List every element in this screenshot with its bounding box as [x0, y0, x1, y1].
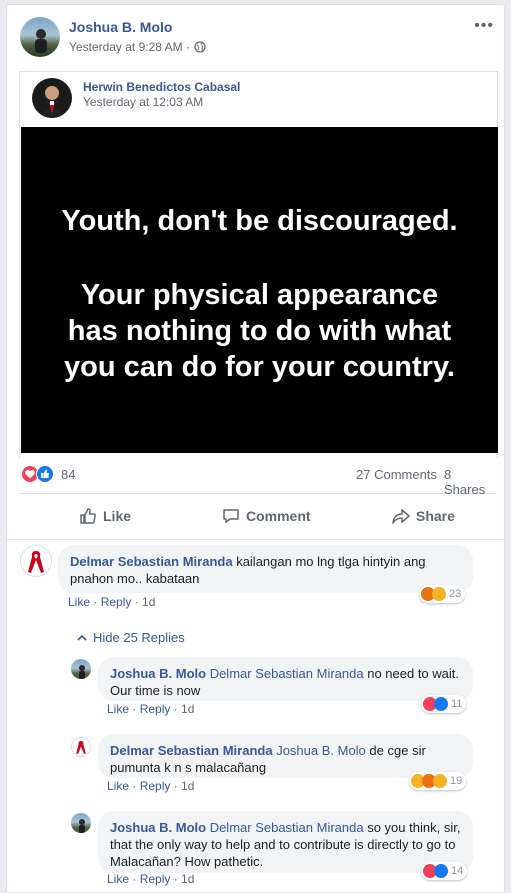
reply-avatar[interactable] — [71, 737, 91, 757]
reaction-summary-bar: 84 27 Comments 8 Shares — [19, 463, 496, 497]
reply-age[interactable]: 1d — [181, 702, 194, 716]
comment-author[interactable]: Delmar Sebastian Miranda — [70, 554, 233, 569]
shared-author-name[interactable]: Herwin Benedictos Cabasal — [83, 80, 240, 94]
image-text-line-2: Your physical appearance — [80, 279, 439, 311]
reply-author[interactable]: Joshua B. Molo — [110, 820, 206, 835]
reply-reaction-count: 11 — [451, 698, 463, 710]
comment-reply-link[interactable]: Reply — [101, 595, 132, 609]
chevron-up-icon — [77, 634, 87, 641]
person-silhouette-icon — [35, 29, 47, 53]
reply-bubble[interactable]: Joshua B. Molo Delmar Sebastian Miranda … — [98, 811, 473, 873]
reply-reaction-count: 19 — [450, 775, 463, 787]
comment-bubble[interactable]: Delmar Sebastian Miranda kailangan mo ln… — [58, 545, 473, 593]
post-card: Joshua B. Molo Yesterday at 9:28 AM · ••… — [6, 4, 505, 893]
thumbs-up-icon — [80, 508, 96, 524]
post-action-bar: Like Comment Share — [19, 499, 496, 539]
reply-mention[interactable]: Joshua B. Molo — [276, 743, 366, 758]
share-button-label: Share — [416, 508, 455, 524]
reply-age[interactable]: 1d — [181, 779, 194, 793]
reply-actions: Like · Reply · 1d — [107, 702, 195, 716]
reply-reactions[interactable]: 14 — [421, 862, 468, 880]
image-text-line-1: Youth, don't be discouraged. — [61, 205, 458, 237]
like-reaction-icon — [434, 864, 448, 878]
shared-image[interactable]: Youth, don't be discouraged. Your physic… — [21, 127, 498, 453]
reply-mention[interactable]: Delmar Sebastian Miranda — [210, 820, 364, 835]
post-time-text: Yesterday at 9:28 AM · — [69, 40, 190, 54]
post-options-button[interactable]: ••• — [474, 17, 494, 35]
globe-icon — [194, 41, 206, 53]
person-silhouette-icon — [79, 819, 85, 833]
comment-button[interactable]: Comment — [222, 507, 311, 525]
post-timestamp[interactable]: Yesterday at 9:28 AM · — [69, 40, 206, 54]
reply-like-link[interactable]: Like — [107, 872, 129, 886]
reply-reaction-count: 14 — [451, 865, 464, 877]
share-count[interactable]: 8 Shares — [444, 467, 496, 497]
person-portrait-icon — [38, 86, 66, 118]
red-ribbon-icon — [76, 741, 86, 754]
reply-avatar[interactable] — [71, 659, 91, 679]
reply-author[interactable]: Joshua B. Molo — [110, 666, 206, 681]
author-avatar[interactable] — [20, 17, 60, 57]
red-ribbon-icon — [28, 551, 44, 573]
reply-bubble[interactable]: Joshua B. Molo Delmar Sebastian Miranda … — [98, 657, 473, 701]
hide-replies-label: Hide 25 Replies — [93, 630, 185, 645]
shared-author-avatar[interactable] — [32, 78, 72, 118]
share-button[interactable]: Share — [392, 507, 455, 525]
comment-count[interactable]: 27 Comments — [356, 467, 437, 482]
comment-like-link[interactable]: Like — [68, 595, 90, 609]
reply-avatar[interactable] — [71, 813, 91, 833]
sad-reaction-icon — [433, 774, 447, 788]
share-arrow-icon — [392, 509, 410, 524]
reply-like-link[interactable]: Like — [107, 702, 129, 716]
comment-reactions[interactable]: 23 — [419, 585, 466, 603]
shared-timestamp[interactable]: Yesterday at 12:03 AM — [83, 95, 203, 109]
comment-age[interactable]: 1d — [142, 595, 155, 609]
hide-replies-link[interactable]: Hide 25 Replies — [77, 630, 185, 645]
reply-author[interactable]: Delmar Sebastian Miranda — [110, 743, 273, 758]
person-silhouette-icon — [79, 665, 85, 679]
sad-reaction-icon — [432, 587, 446, 601]
image-text-line-4: you can do for your country. — [64, 351, 455, 383]
image-text-line-3: has nothing to do with what — [67, 315, 452, 347]
reply-mention[interactable]: Delmar Sebastian Miranda — [210, 666, 364, 681]
reply-reply-link[interactable]: Reply — [140, 702, 171, 716]
comments-divider — [7, 539, 504, 540]
like-reaction-icon — [434, 697, 448, 711]
comment-icon — [223, 509, 239, 523]
reply-reply-link[interactable]: Reply — [140, 872, 171, 886]
comment-reaction-count: 23 — [449, 588, 462, 600]
reply-reactions[interactable]: 11 — [421, 695, 467, 713]
comment-actions: Like · Reply · 1d — [68, 595, 156, 609]
comment-button-label: Comment — [246, 508, 311, 524]
reaction-count[interactable]: 84 — [61, 467, 75, 482]
reply-age[interactable]: 1d — [181, 872, 194, 886]
reply-actions: Like · Reply · 1d — [107, 779, 195, 793]
reply-reactions[interactable]: 19 — [409, 772, 467, 790]
like-button-label: Like — [103, 508, 132, 524]
like-reaction-icon[interactable] — [36, 465, 54, 483]
commenter-avatar[interactable] — [20, 545, 52, 577]
like-button[interactable]: Like — [79, 507, 131, 525]
reply-like-link[interactable]: Like — [107, 779, 129, 793]
reply-actions: Like · Reply · 1d — [107, 872, 195, 886]
reply-reply-link[interactable]: Reply — [140, 779, 171, 793]
post-author-name[interactable]: Joshua B. Molo — [69, 19, 172, 35]
